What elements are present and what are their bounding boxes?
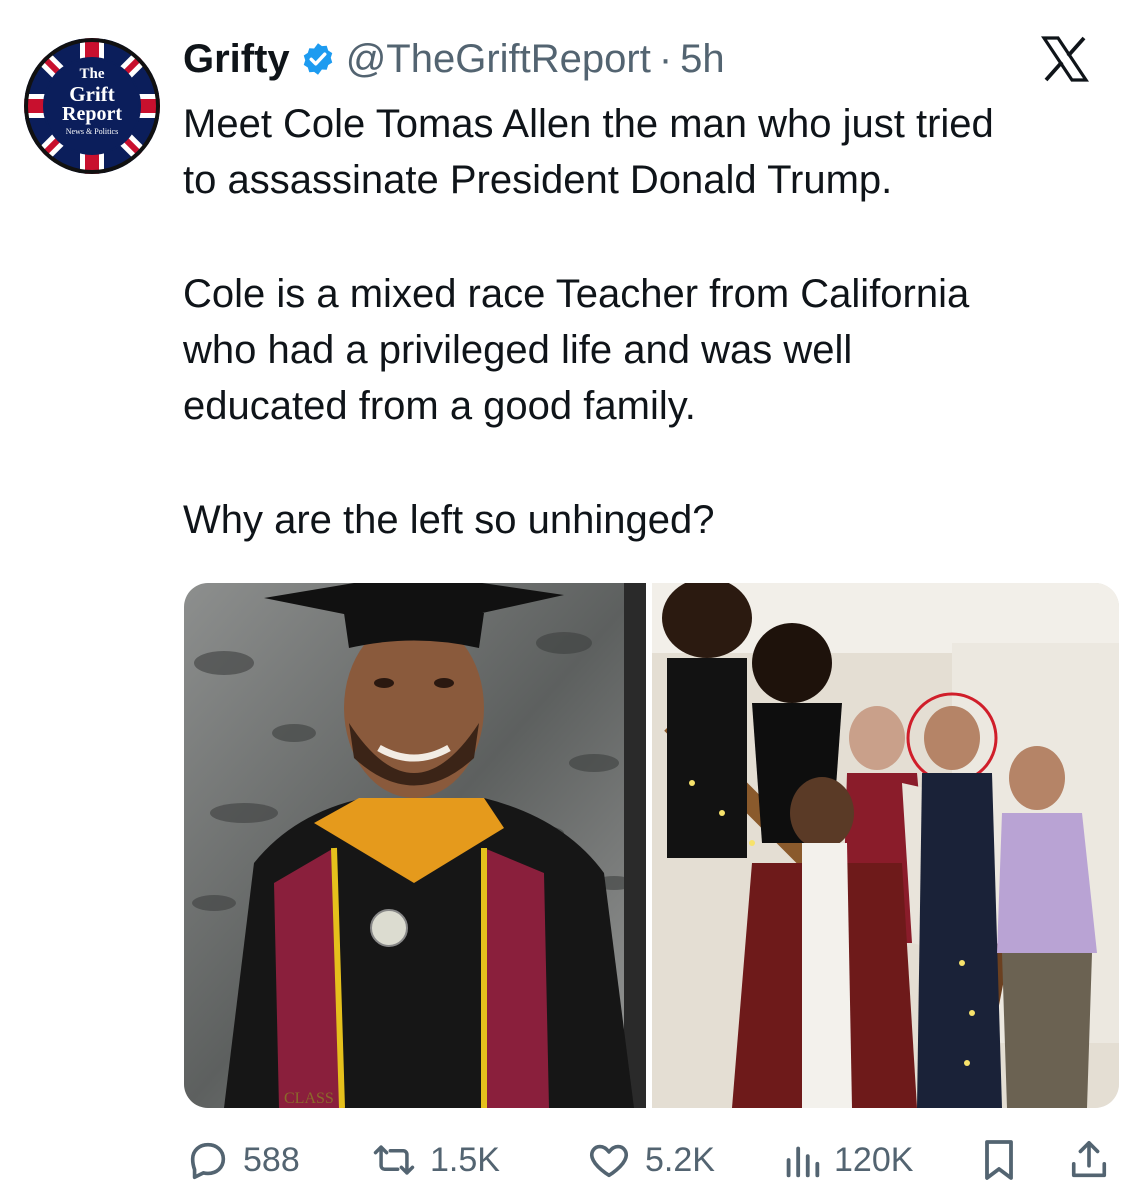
heart-icon bbox=[585, 1137, 633, 1183]
logo-text-tagline: News & Politics bbox=[65, 127, 119, 136]
tweet-actions: 588 1.5K 5.2K 120K bbox=[0, 1130, 1145, 1190]
share-icon bbox=[1068, 1136, 1110, 1184]
avatar[interactable]: The Grift Report News & Politics bbox=[24, 38, 160, 174]
views-button[interactable]: 120K bbox=[782, 1130, 913, 1190]
bookmark-button[interactable] bbox=[978, 1130, 1020, 1190]
class-text: CLASS bbox=[284, 1090, 334, 1107]
text-line: who had a privileged life and was well bbox=[183, 328, 853, 372]
tweet-text: Meet Cole Tomas Allen the man who just t… bbox=[183, 96, 1133, 548]
text-line: educated from a good family. bbox=[183, 384, 696, 428]
separator-dot: · bbox=[658, 36, 673, 81]
share-button[interactable] bbox=[1068, 1130, 1110, 1190]
reply-button[interactable]: 588 bbox=[185, 1130, 300, 1190]
verified-badge-icon[interactable] bbox=[300, 41, 336, 77]
bookmark-icon bbox=[978, 1136, 1020, 1184]
reply-icon bbox=[185, 1137, 231, 1183]
views-icon bbox=[782, 1137, 822, 1183]
tweet-header: Grifty @TheGriftReport · 5h bbox=[183, 34, 725, 84]
like-count: 5.2K bbox=[645, 1140, 715, 1179]
retweet-button[interactable]: 1.5K bbox=[370, 1130, 500, 1190]
views-count: 120K bbox=[834, 1140, 914, 1179]
media-grid: CLASS bbox=[184, 583, 1119, 1108]
graduation-photo[interactable]: CLASS bbox=[184, 583, 646, 1108]
paragraph-spacer bbox=[183, 208, 1133, 266]
text-line: to assassinate President Donald Trump. bbox=[183, 158, 893, 202]
retweet-icon bbox=[370, 1137, 418, 1183]
family-photo[interactable] bbox=[652, 583, 1119, 1108]
text-line: Meet Cole Tomas Allen the man who just t… bbox=[183, 102, 994, 146]
text-line: Why are the left so unhinged? bbox=[183, 498, 715, 542]
paragraph-spacer bbox=[183, 434, 1133, 492]
like-button[interactable]: 5.2K bbox=[585, 1130, 715, 1190]
retweet-count: 1.5K bbox=[430, 1140, 500, 1179]
timestamp[interactable]: 5h bbox=[680, 37, 725, 82]
reply-count: 588 bbox=[243, 1140, 300, 1179]
logo-text-report: Report bbox=[62, 103, 122, 125]
user-handle[interactable]: @TheGriftReport bbox=[346, 37, 651, 82]
display-name[interactable]: Grifty bbox=[183, 37, 290, 82]
x-logo-icon bbox=[1040, 35, 1090, 83]
text-line: Cole is a mixed race Teacher from Califo… bbox=[183, 272, 970, 316]
logo-text-the: The bbox=[79, 66, 105, 82]
